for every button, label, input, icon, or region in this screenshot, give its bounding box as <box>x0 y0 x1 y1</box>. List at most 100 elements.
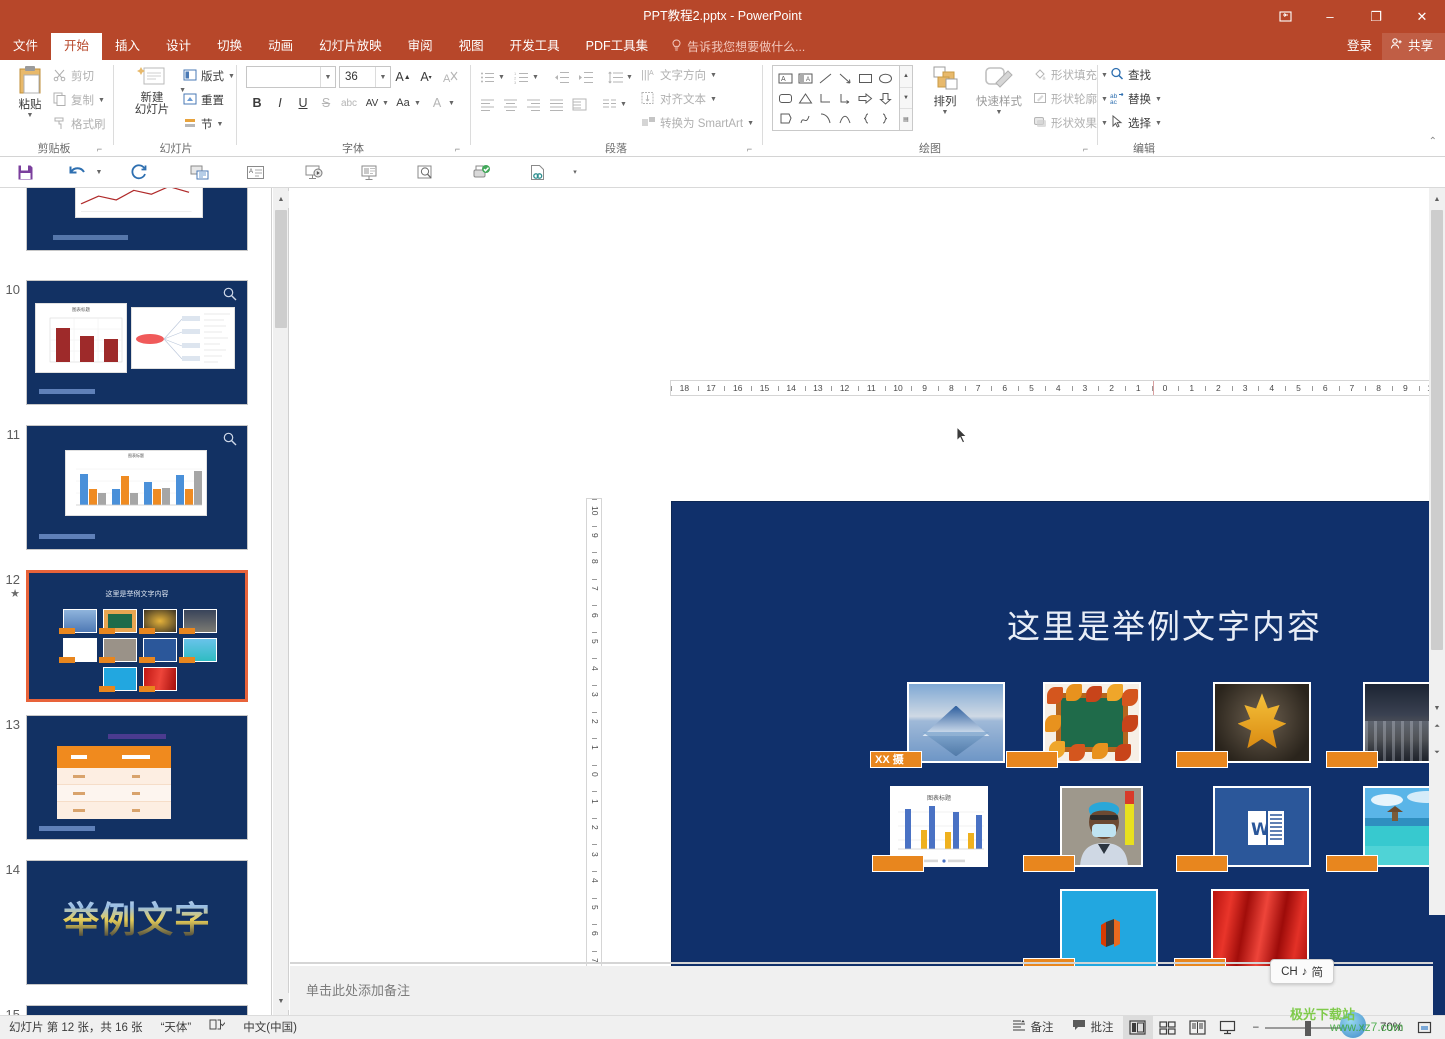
increase-indent-button[interactable] <box>574 66 596 88</box>
notes-toggle-button[interactable]: 备注 <box>1003 1016 1063 1039</box>
tab-file[interactable]: 文件 <box>0 33 51 60</box>
align-text-button[interactable]: 对齐文本 ▼ <box>638 88 720 110</box>
shape-textbox[interactable]: A <box>775 68 795 88</box>
play-slide-icon[interactable] <box>298 159 328 185</box>
scroll-up-icon[interactable]: ▲ <box>273 191 289 208</box>
tell-me-search[interactable]: 告诉我您想要做什么... <box>661 33 815 60</box>
next-slide-icon[interactable]: ⏷ <box>1429 744 1445 761</box>
shape-right-brace[interactable] <box>875 108 895 128</box>
thumbnail-item-10[interactable]: 10 图表标题 <box>0 280 262 405</box>
decrease-font-size-button[interactable]: A ▾ <box>415 66 437 88</box>
chevron-down-icon[interactable]: ▼ <box>217 121 224 128</box>
chevron-down-icon[interactable]: ▼ <box>710 96 717 103</box>
caption-tag-7[interactable] <box>1176 855 1228 872</box>
chevron-down-icon[interactable]: ▼ <box>1155 120 1162 127</box>
layout-button[interactable]: 版式 ▼ <box>180 65 238 87</box>
chevron-down-icon[interactable]: ▼ <box>228 73 235 80</box>
slide-title-text[interactable]: 这里是举例文字内容 <box>672 600 1445 648</box>
arrange-button[interactable]: 排列 ▼ <box>922 65 968 116</box>
line-spacing-button[interactable] <box>604 66 626 88</box>
align-center-button[interactable] <box>499 93 521 115</box>
shape-scribble[interactable] <box>795 108 815 128</box>
shape-rectangle[interactable] <box>855 68 875 88</box>
notes-pane[interactable]: 单击此处添加备注 <box>290 966 1433 1015</box>
undo-icon[interactable] <box>62 159 92 185</box>
thumbnail-item-11[interactable]: 11 图表标题 <box>0 425 262 550</box>
tab-developer[interactable]: 开发工具 <box>497 33 573 60</box>
caption-tag-2[interactable] <box>1006 751 1058 768</box>
italic-button[interactable]: I <box>269 92 291 114</box>
copy-button[interactable]: 复制 ▼ <box>50 89 108 111</box>
caption-tag-6[interactable] <box>1023 855 1075 872</box>
language-indicator[interactable]: 中文(中国) <box>234 1016 306 1039</box>
ime-indicator[interactable]: CH ♪ 简 <box>1270 959 1334 984</box>
decrease-indent-button[interactable] <box>550 66 572 88</box>
new-slide-button[interactable]: 新建 幻灯片 ▼ <box>126 65 186 116</box>
save-icon[interactable] <box>10 159 40 185</box>
redo-icon[interactable] <box>124 159 154 185</box>
shape-left-brace[interactable] <box>855 108 875 128</box>
thumbnail-preview[interactable] <box>26 1005 248 1015</box>
text-direction-button[interactable]: ||| A 文字方向 ▼ <box>638 64 720 86</box>
thumbnail-preview[interactable]: 图表标题 <box>26 280 248 405</box>
find-button[interactable]: 查找 <box>1107 64 1154 86</box>
font-color-button[interactable]: A <box>426 92 448 114</box>
shape-down-arrow[interactable] <box>875 88 895 108</box>
chevron-down-icon[interactable]: ▼ <box>620 101 627 108</box>
theme-name[interactable]: “天体” <box>152 1016 201 1039</box>
qat-more-icon[interactable]: ▾ <box>568 159 582 185</box>
scroll-down-icon[interactable]: ▼ <box>1429 700 1445 717</box>
caption-tag-1[interactable]: XX 摄 <box>870 751 922 768</box>
shape-fill-button[interactable]: 形状填充 ▼ <box>1030 64 1111 86</box>
paragraph-dialog-launcher[interactable]: ⌐ <box>744 144 755 155</box>
tab-pdf-tools[interactable]: PDF工具集 <box>573 33 662 60</box>
sign-in-button[interactable]: 登录 <box>1337 33 1382 60</box>
horizontal-ruler[interactable]: 1817161514131211109876543210123456789101… <box>670 380 1445 396</box>
hyperlink-doc-icon[interactable] <box>522 159 552 185</box>
caption-tag-5[interactable] <box>872 855 924 872</box>
chevron-down-icon[interactable]: ▼ <box>98 97 105 104</box>
slide-sorter-icon[interactable] <box>1153 1016 1183 1039</box>
ribbon-display-options-icon[interactable] <box>1263 0 1307 33</box>
chevron-down-icon[interactable]: ▼ <box>498 74 505 81</box>
scrollbar-thumb[interactable] <box>275 210 287 328</box>
clipboard-dialog-launcher[interactable]: ⌐ <box>94 144 105 155</box>
slide-position-indicator[interactable]: 幻灯片 第 12 张，共 16 张 <box>0 1016 152 1039</box>
select-button[interactable]: 选择 ▼ <box>1107 112 1165 134</box>
text-box-icon[interactable]: A <box>240 159 270 185</box>
slide-area-scrollbar[interactable]: ▲ ▼ ⏶ ⏷ <box>1429 188 1445 915</box>
chevron-down-icon[interactable]: ▼ <box>448 100 455 107</box>
chevron-down-icon[interactable]: ▼ <box>710 72 717 79</box>
print-check-icon[interactable] <box>466 159 496 185</box>
format-painter-button[interactable]: 格式刷 <box>50 113 109 135</box>
shape-rounded-rectangle[interactable] <box>775 88 795 108</box>
quick-styles-button[interactable]: 快速样式 ▼ <box>972 65 1026 116</box>
shapes-gallery-scroll[interactable]: ▲ ▼ ▤ <box>900 65 913 131</box>
animation-star-icon[interactable]: ★ <box>10 587 20 600</box>
thumbnail-scrollbar[interactable]: ▲ ▼ <box>273 188 289 1015</box>
thumbnail-item-13[interactable]: 13 <box>0 715 262 840</box>
text-columns-button[interactable] <box>598 93 620 115</box>
thumbnail-item-12[interactable]: 12 ★ 这里是举例文字内容 <box>0 570 262 702</box>
chevron-down-icon[interactable]: ▼ <box>747 120 754 127</box>
bullets-button[interactable] <box>476 66 498 88</box>
shape-right-arrow[interactable] <box>855 88 875 108</box>
thumbnail-preview[interactable] <box>26 188 248 251</box>
tab-review[interactable]: 审阅 <box>395 33 446 60</box>
slideshow-icon[interactable] <box>1213 1016 1243 1039</box>
bold-button[interactable]: B <box>246 92 268 114</box>
chevron-down-icon[interactable]: ▼ <box>27 112 34 119</box>
vertical-ruler[interactable]: 10987654321012345678910 <box>586 498 602 1039</box>
chevron-down-icon[interactable]: ▼ <box>626 74 633 81</box>
shape-line[interactable] <box>815 68 835 88</box>
clear-formatting-button[interactable]: A <box>440 66 462 88</box>
thumbnail-preview[interactable] <box>26 715 248 840</box>
slide-show-from-current-icon[interactable] <box>184 159 214 185</box>
tab-view[interactable]: 视图 <box>446 33 497 60</box>
font-size-combo[interactable]: 36 ▼ <box>339 66 391 88</box>
reset-button[interactable]: 重置 <box>180 89 227 111</box>
tab-insert[interactable]: 插入 <box>102 33 153 60</box>
increase-font-size-button[interactable]: A ▲ <box>392 66 414 88</box>
drawing-dialog-launcher[interactable]: ⌐ <box>1080 144 1091 155</box>
spellcheck-icon[interactable] <box>200 1016 234 1039</box>
